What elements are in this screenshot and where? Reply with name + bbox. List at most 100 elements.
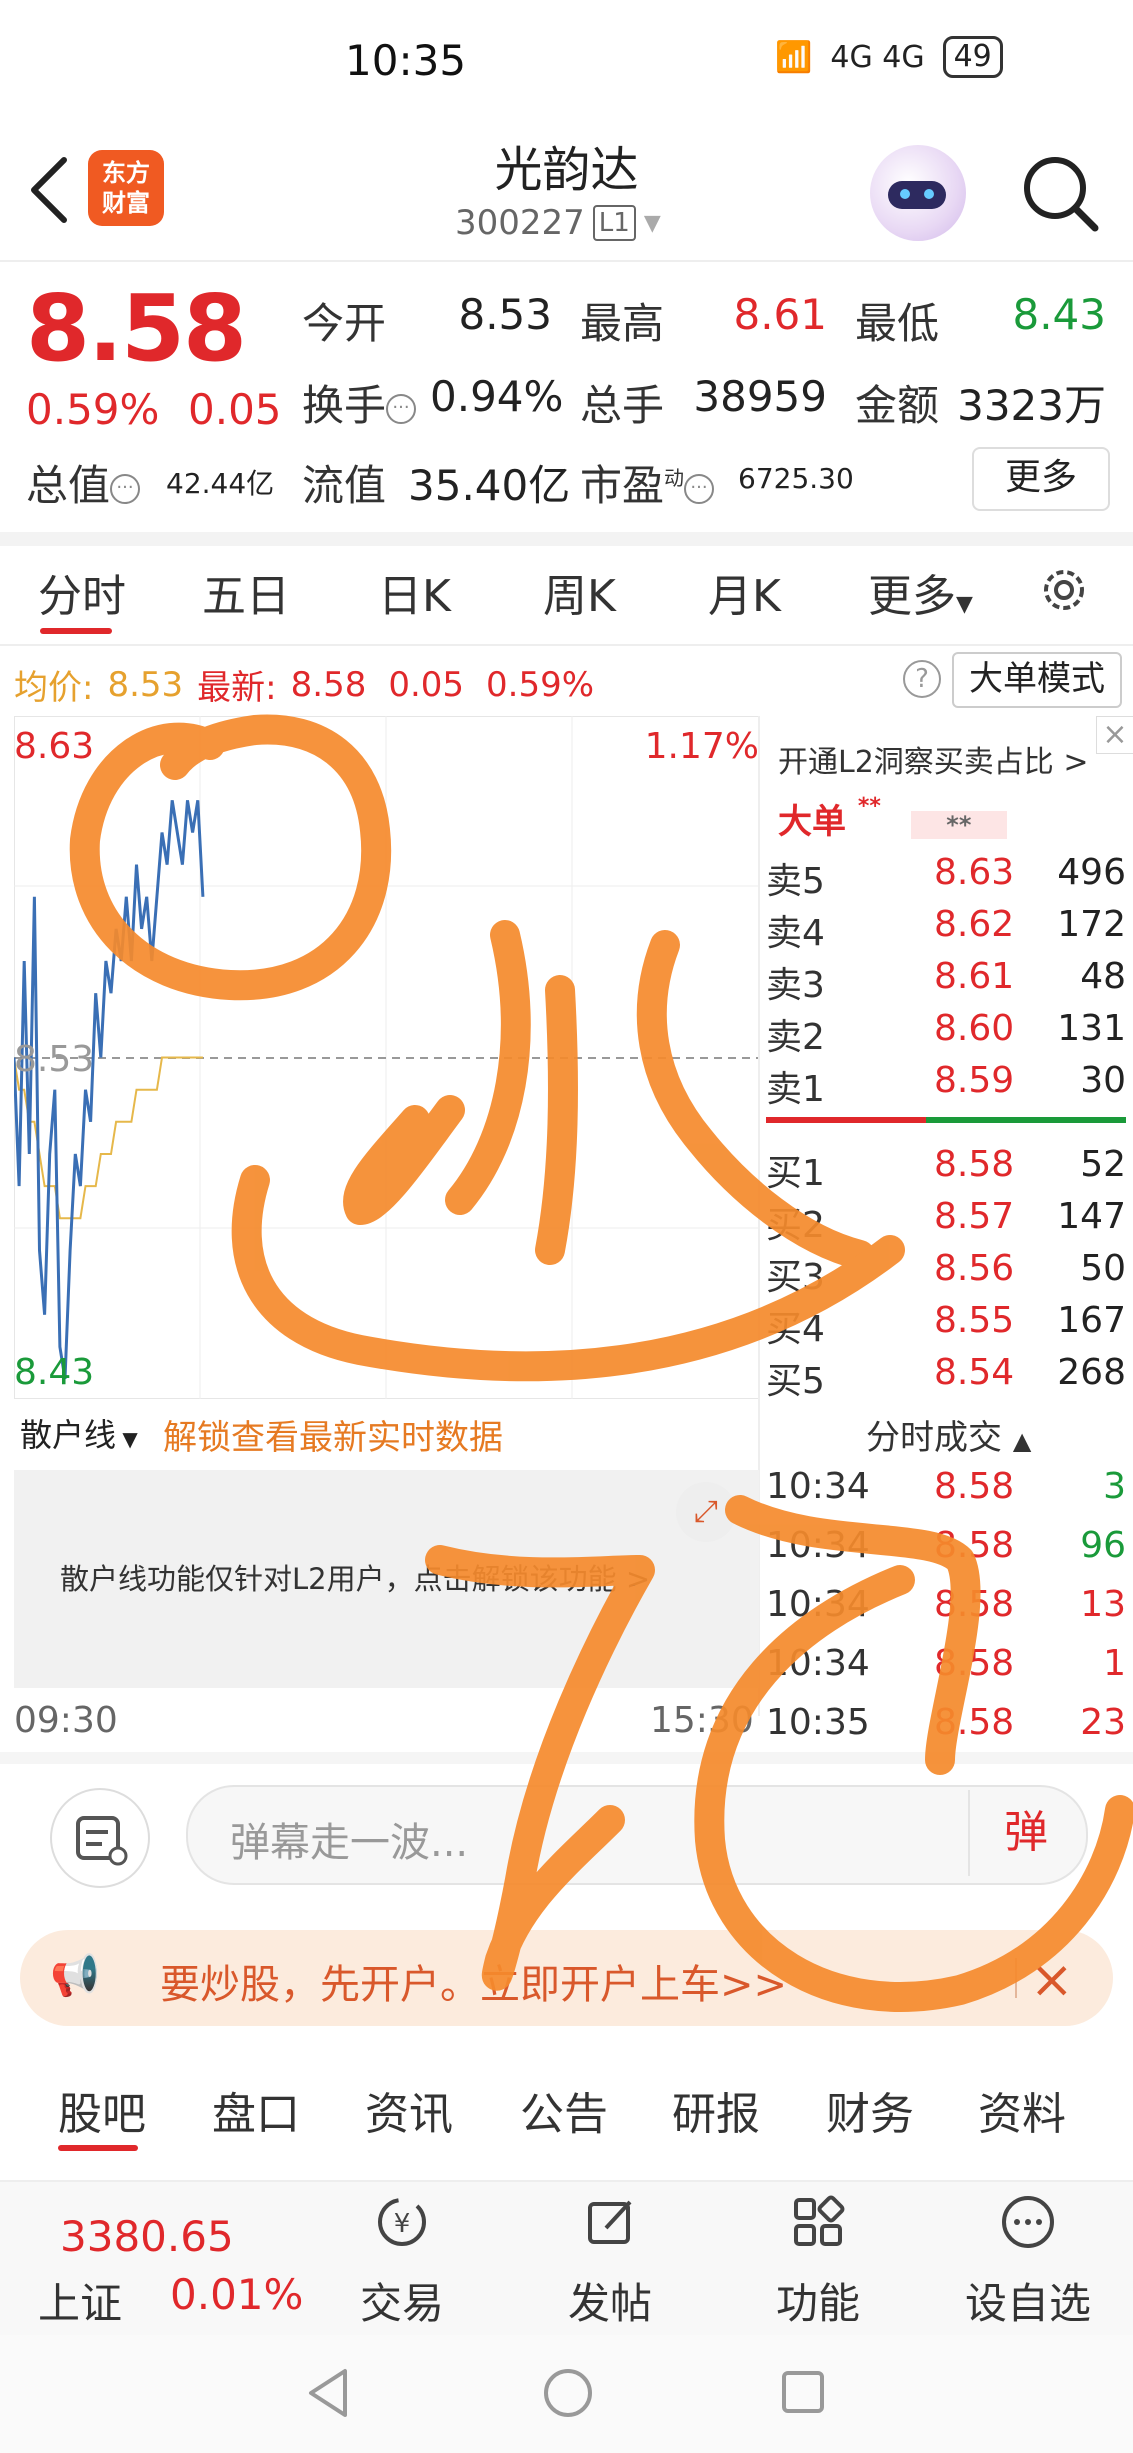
tab-research[interactable]: 研报 <box>672 2078 760 2142</box>
signal-icon: 4G 4G <box>830 39 925 75</box>
unlock-realtime-link[interactable]: 解锁查看最新实时数据 <box>163 1410 503 1459</box>
nav-post[interactable]: 发帖 <box>540 2192 680 2331</box>
retail-line-selector[interactable]: 散户线 ▼ <box>20 1410 138 1456</box>
tick-row: 10:34 8.58 3 <box>766 1466 1126 1507</box>
megaphone-icon: 📢 <box>50 1953 100 1999</box>
index-value[interactable]: 3380.65 <box>60 2212 234 2261</box>
expand-icon[interactable]: ⤢ <box>676 1482 736 1542</box>
info-icon[interactable]: ··· <box>684 473 715 504</box>
divider <box>1015 1958 1017 1998</box>
search-icon[interactable] <box>1015 148 1105 238</box>
latest-percent: 0.59% <box>486 664 595 705</box>
y-tick-high: 8.63 <box>14 726 94 767</box>
big-order-label: 大单 **** <box>778 794 1007 843</box>
tab-profile[interactable]: 资料 <box>978 2078 1066 2142</box>
pe-label: 市盈动 ··· <box>580 452 715 513</box>
sell-ratio-bar <box>766 1117 926 1123</box>
order-book-row: 买2 8.57 147 <box>766 1196 1126 1246</box>
order-book-row: 卖1 8.59 30 <box>766 1060 1126 1110</box>
edit-icon <box>588 2200 632 2244</box>
level-tag: L1 <box>592 205 636 241</box>
tab-five-day[interactable]: 五日 <box>202 560 290 624</box>
open-value: 8.53 <box>458 290 552 339</box>
order-book-row: 卖2 8.60 131 <box>766 1008 1126 1058</box>
tab-daily-k[interactable]: 日K <box>378 560 451 624</box>
current-price: 8.58 <box>26 275 247 382</box>
tab-intraday[interactable]: 分时 <box>38 560 126 624</box>
tick-trades-header[interactable]: 分时成交 ▲ <box>866 1410 1031 1459</box>
change-amount: 0.05 <box>188 385 282 434</box>
total-mv-label: 总值 ··· <box>26 452 141 513</box>
status-icons: 📶 4G 4G 49 <box>775 36 1003 78</box>
low-label: 最低 <box>855 299 940 348</box>
system-home-icon[interactable] <box>540 2365 596 2421</box>
tick-row: 10:34 8.58 96 <box>766 1525 1126 1566</box>
amount-value: 3323万 <box>957 381 1106 430</box>
status-bar: 10:35 📶 4G 4G 49 <box>0 0 1133 120</box>
l2-upgrade-link[interactable]: 开通L2洞察买卖占比 > <box>778 737 1088 781</box>
info-icon[interactable]: ··· <box>110 473 141 504</box>
order-book-row: 卖3 8.61 48 <box>766 956 1126 1006</box>
amount-label: 金额 <box>855 381 940 430</box>
close-icon[interactable]: × <box>1096 716 1133 754</box>
avg-value: 8.53 <box>107 664 184 705</box>
index-name[interactable]: 上证 <box>38 2270 122 2331</box>
open-label: 今开 <box>302 299 387 348</box>
stock-code-selector[interactable]: 300227 L1 ▼ <box>455 203 661 243</box>
more-button[interactable]: 更多 <box>972 447 1110 511</box>
grid-icon <box>794 2195 845 2246</box>
assistant-robot-icon[interactable] <box>870 145 966 241</box>
nav-watchlist[interactable]: 设自选 <box>958 2192 1098 2331</box>
danmaku-send-button[interactable]: 弹 <box>968 1790 1082 1876</box>
yuan-icon: ¥ <box>378 2198 426 2246</box>
total-mv-value: 42.44亿 <box>166 467 275 500</box>
tab-monthly-k[interactable]: 月K <box>708 560 781 624</box>
close-icon[interactable]: × <box>1030 1950 1074 2010</box>
l2-notice-text[interactable]: 散户线功能仅针对L2用户，点击解锁该功能 > <box>60 1556 650 1598</box>
tab-pankou[interactable]: 盘口 <box>212 2078 300 2142</box>
volume-value: 38959 <box>693 372 827 421</box>
system-nav-bar <box>0 2335 1133 2453</box>
nav-functions[interactable]: 功能 <box>748 2192 888 2331</box>
divider <box>0 644 1133 646</box>
nav-trade-label: 交易 <box>359 2279 444 2328</box>
danmaku-placeholder: 弹幕走一波... <box>230 1820 469 1866</box>
tab-announcements[interactable]: 公告 <box>520 2078 608 2142</box>
tab-guba[interactable]: 股吧 <box>58 2078 146 2142</box>
caret-up-icon: ▲ <box>1012 1427 1032 1455</box>
info-icon[interactable]: ··· <box>386 393 417 424</box>
system-back-icon[interactable] <box>305 2365 355 2421</box>
y-tick-low: 8.43 <box>14 1352 94 1393</box>
order-book-row: 买4 8.55 167 <box>766 1300 1126 1350</box>
intraday-chart[interactable]: 8.63 8.53 8.43 1.17% <box>14 716 759 1399</box>
big-order-mode-button[interactable]: 大单模式 <box>952 652 1122 708</box>
active-tab-indicator <box>58 2145 138 2151</box>
active-tab-indicator <box>40 628 112 634</box>
index-change[interactable]: 0.01% <box>170 2270 303 2319</box>
order-book-row: 买5 8.54 268 <box>766 1352 1126 1402</box>
latest-value: 8.58 <box>290 664 367 705</box>
banner-text[interactable]: 要炒股，先开户。立即开户上车>> <box>160 1952 787 2010</box>
order-book-row: 卖5 8.63 496 <box>766 852 1126 902</box>
x-tick-start: 09:30 <box>14 1700 118 1741</box>
help-icon[interactable]: ? <box>903 660 941 698</box>
tick-row: 10:35 8.58 23 <box>766 1702 1126 1743</box>
tab-news[interactable]: 资讯 <box>365 2078 453 2142</box>
high-label: 最高 <box>580 299 665 348</box>
settings-gear-icon[interactable] <box>1036 562 1092 618</box>
order-book-row: 买1 8.58 52 <box>766 1144 1126 1194</box>
x-tick-end: 15:30 <box>650 1700 754 1741</box>
tick-row: 10:34 8.58 13 <box>766 1584 1126 1625</box>
turnover-label: 换手 ··· <box>302 372 417 433</box>
nav-trade[interactable]: ¥ 交易 <box>332 2192 472 2331</box>
stock-code: 300227 <box>455 203 585 243</box>
tab-more[interactable]: 更多▼ <box>868 560 973 624</box>
tick-row: 10:34 8.58 1 <box>766 1643 1126 1684</box>
turnover-value: 0.94% <box>430 372 564 421</box>
tab-weekly-k[interactable]: 周K <box>543 560 616 624</box>
system-recents-icon[interactable] <box>778 2367 828 2417</box>
float-mv-value: 35.40亿 <box>408 461 571 510</box>
danmaku-settings-icon[interactable] <box>50 1788 150 1888</box>
nav-post-label: 发帖 <box>567 2279 652 2328</box>
tab-finance[interactable]: 财务 <box>826 2078 914 2142</box>
